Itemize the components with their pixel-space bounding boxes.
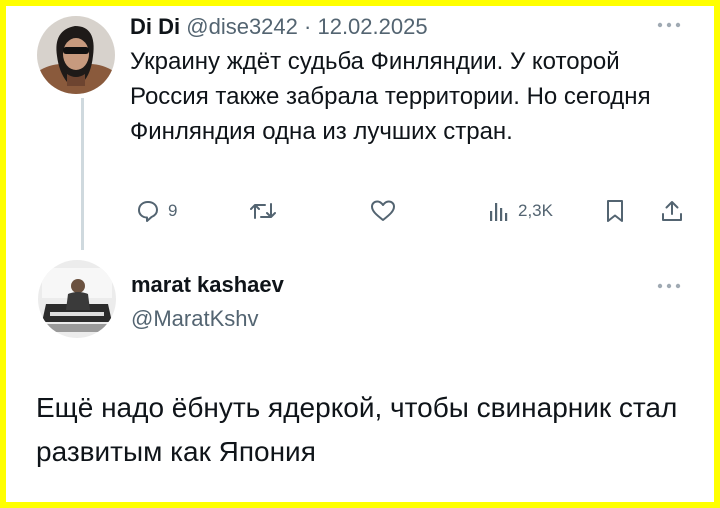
tweet1-display-name[interactable]: Di Di xyxy=(130,14,180,39)
tweet1-handle[interactable]: @dise3242 xyxy=(186,14,298,39)
views-count: 2,3K xyxy=(518,201,553,220)
avatar-marat[interactable] xyxy=(38,260,116,338)
tweet1-text: Украину ждёт судьба Финляндии. У которой… xyxy=(130,48,651,145)
like-button[interactable] xyxy=(370,194,396,228)
thread-connector-line xyxy=(81,98,84,250)
screenshot-frame: Di Di @dise3242 · 12.02.2025 Украину ждё… xyxy=(6,6,714,502)
more-options-icon[interactable] xyxy=(656,21,682,29)
tweet2-text: Ещё надо ёбнуть ядеркой, чтобы свинарник… xyxy=(36,392,678,467)
bookmark-button[interactable] xyxy=(605,194,625,228)
avatar-didi[interactable] xyxy=(37,16,115,94)
reply-button[interactable]: 9 xyxy=(136,194,177,228)
share-button[interactable] xyxy=(660,194,684,228)
views-button[interactable]: 2,3K xyxy=(488,194,553,228)
more-options-icon[interactable] xyxy=(656,282,682,290)
reply-count: 9 xyxy=(168,201,178,220)
views-chart-icon xyxy=(490,203,508,221)
bookmark-icon xyxy=(607,200,623,222)
retweet-icon xyxy=(250,203,276,219)
tweet2-header: marat kashaev xyxy=(131,272,284,298)
tweet2-display-name[interactable]: marat kashaev xyxy=(131,272,284,297)
share-icon xyxy=(662,201,682,221)
tweet2-handle[interactable]: @MaratKshv xyxy=(131,306,258,332)
tweet1-date[interactable]: 12.02.2025 xyxy=(317,14,427,39)
tweet1-separator: · xyxy=(304,14,312,39)
retweet-button[interactable] xyxy=(250,194,276,228)
tweet1-header: Di Di @dise3242 · 12.02.2025 xyxy=(130,14,428,40)
heart-icon xyxy=(371,200,395,221)
reply-icon xyxy=(138,201,158,222)
tweet1-action-bar: 9 2,3K xyxy=(130,194,696,228)
